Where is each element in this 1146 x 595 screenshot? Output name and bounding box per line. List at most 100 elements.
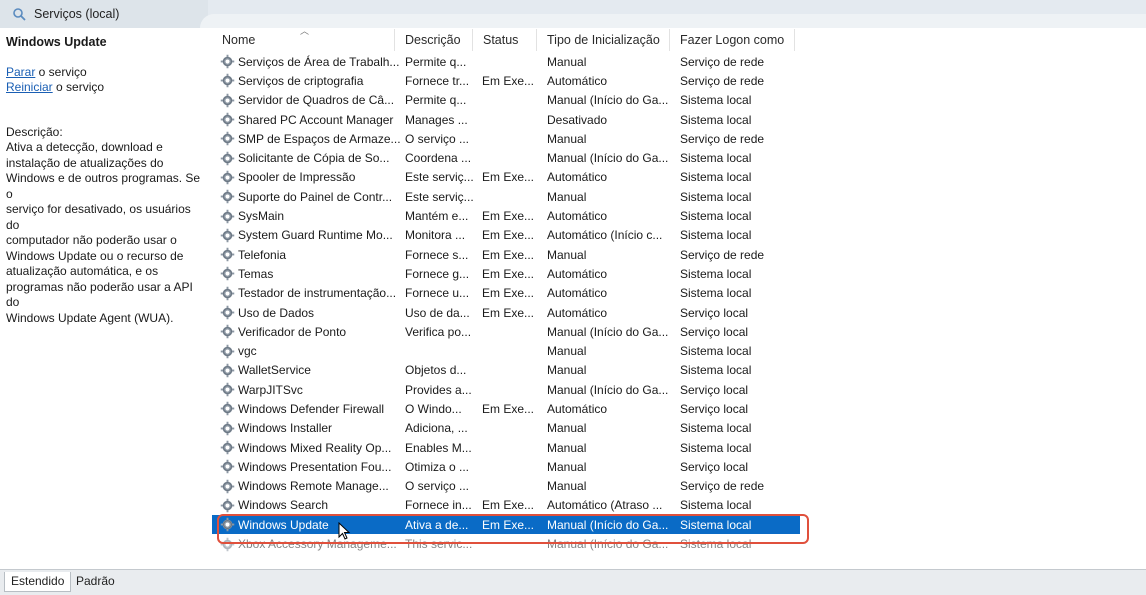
service-gear-icon — [220, 189, 238, 204]
table-row[interactable]: Verificador de Ponto Verifica po... Manual… — [212, 322, 800, 341]
column-header-logon[interactable]: Fazer Logon como — [670, 29, 795, 51]
tab-extended[interactable]: Estendido — [4, 572, 72, 592]
table-row[interactable]: Testador de instrumentação... Fornece u..… — [212, 284, 800, 303]
table-row[interactable]: Suporte do Painel de Contr... Este serviç… — [212, 187, 800, 206]
service-description-cell: Manages ... — [405, 112, 468, 127]
table-row[interactable]: Xbox Accessory Manageme... This servic...… — [212, 534, 800, 553]
service-status-cell: Em Exe... — [482, 170, 535, 185]
table-row[interactable]: SysMain Mantém e... Em Exe... Automático Sis… — [212, 206, 800, 225]
service-startup-cell: Automático — [547, 286, 608, 301]
service-description-cell: Fornece tr... — [405, 73, 470, 88]
service-gear-icon — [220, 517, 238, 532]
column-header-name[interactable]: ︿ Nome — [212, 26, 395, 51]
service-gear-icon — [220, 421, 238, 436]
service-startup-cell: Manual (Início do Ga... — [547, 93, 669, 108]
service-logon-cell: Sistema local — [680, 189, 752, 204]
window-title: Serviços (local) — [34, 7, 120, 21]
service-description-cell: Enables M... — [405, 440, 472, 455]
restart-service-link[interactable]: Reiniciar — [6, 80, 53, 94]
stop-service-link[interactable]: Parar — [6, 65, 35, 79]
service-name-cell: Windows Presentation Fou... — [212, 459, 400, 474]
service-status-cell: Em Exe... — [482, 266, 535, 281]
service-name-cell: Shared PC Account Manager — [212, 112, 400, 127]
service-name-cell: Windows Installer — [212, 421, 400, 436]
column-headers: ︿ Nome Descrição Status Tipo de Iniciali… — [212, 26, 800, 51]
service-description-cell: Permite q... — [405, 54, 467, 69]
service-startup-cell: Manual — [547, 131, 587, 146]
table-row[interactable]: Serviços de criptografia Fornece tr... Em … — [212, 71, 800, 90]
table-row[interactable]: Uso de Dados Uso de da... Em Exe... Automát… — [212, 303, 800, 322]
service-name-text: vgc — [238, 344, 257, 359]
service-status-cell: Em Exe... — [482, 517, 535, 532]
service-logon-cell: Serviço de rede — [680, 479, 765, 494]
table-row[interactable]: SMP de Espaços de Armaze... O serviço ...… — [212, 129, 800, 148]
table-row[interactable]: Shared PC Account Manager Manages ... Desa… — [212, 110, 800, 129]
stop-action: Parar o serviço — [6, 65, 206, 80]
table-row[interactable]: Windows Mixed Reality Op... Enables M... M… — [212, 438, 800, 457]
service-name-text: Spooler de Impressão — [238, 170, 356, 185]
service-name-cell: Solicitante de Cópia de So... — [212, 151, 400, 166]
table-row[interactable]: Windows Presentation Fou... Otimiza o ...… — [212, 457, 800, 476]
column-header-description[interactable]: Descrição — [395, 29, 473, 51]
service-gear-icon — [220, 209, 238, 224]
service-description-cell: Fornece u... — [405, 286, 470, 301]
table-row[interactable]: WalletService Objetos d... Manual Sistema l… — [212, 361, 800, 380]
service-name-text: System Guard Runtime Mo... — [238, 228, 393, 243]
service-startup-cell: Automático — [547, 401, 608, 416]
service-name-text: Shared PC Account Manager — [238, 112, 394, 127]
service-logon-cell: Sistema local — [680, 151, 752, 166]
service-gear-icon — [220, 54, 238, 69]
service-gear-icon — [220, 324, 238, 339]
table-row[interactable]: System Guard Runtime Mo... Monitora ... Em… — [212, 226, 800, 245]
table-row[interactable]: Windows Installer Adiciona, ... Manual Sist… — [212, 419, 800, 438]
service-gear-icon — [220, 247, 238, 262]
service-name-text: SMP de Espaços de Armaze... — [238, 131, 400, 146]
table-row[interactable]: Solicitante de Cópia de So... Coordena ..… — [212, 148, 800, 167]
service-logon-cell: Sistema local — [680, 421, 752, 436]
table-row[interactable]: Windows Update Ativa a de... Em Exe... Manu… — [212, 515, 800, 535]
service-name-cell: Uso de Dados — [212, 305, 400, 320]
table-row[interactable]: vgc Manual Sistema local — [212, 341, 800, 360]
table-row[interactable]: WarpJITSvc Provides a... Manual (Início do… — [212, 380, 800, 399]
service-startup-cell: Manual — [547, 440, 587, 455]
column-header-startup-type[interactable]: Tipo de Inicialização — [537, 29, 670, 51]
service-name-cell: Windows Mixed Reality Op... — [212, 440, 400, 455]
table-row[interactable]: Windows Search Fornece in... Em Exe... Auto… — [212, 496, 800, 515]
table-row[interactable]: Telefonia Fornece s... Em Exe... Manual Serv… — [212, 245, 800, 264]
service-name-cell: Windows Update — [212, 517, 400, 532]
column-header-status[interactable]: Status — [473, 29, 537, 51]
table-row[interactable]: Temas Fornece g... Em Exe... Automático Sist… — [212, 264, 800, 283]
service-name-text: Servidor de Quadros de Câ... — [238, 93, 395, 108]
service-gear-icon — [220, 131, 238, 146]
table-row[interactable]: Servidor de Quadros de Câ... Permite q...… — [212, 91, 800, 110]
service-startup-cell: Automático (Início c... — [547, 228, 663, 243]
service-startup-cell: Manual — [547, 421, 587, 436]
service-description-cell: Monitora ... — [405, 228, 466, 243]
title-area: Serviços (local) — [0, 0, 208, 28]
service-name-cell: WalletService — [212, 363, 400, 378]
service-name-text: Serviços de criptografia — [238, 73, 364, 88]
table-row[interactable]: Serviços de Área de Trabalh... Permite q.… — [212, 52, 800, 71]
service-gear-icon — [220, 73, 238, 88]
selected-service-name: Windows Update — [6, 35, 107, 49]
tab-standard[interactable]: Padrão — [70, 572, 121, 592]
table-row[interactable]: Spooler de Impressão Este serviç... Em Exe… — [212, 168, 800, 187]
service-startup-cell: Automático — [547, 73, 608, 88]
service-logon-cell: Sistema local — [680, 209, 752, 224]
table-row[interactable]: Windows Remote Manage... O serviço ... Man… — [212, 477, 800, 496]
service-rows: Serviços de Área de Trabalh... Permite q.… — [212, 52, 800, 554]
service-description-cell: O serviço ... — [405, 479, 470, 494]
mouse-cursor-icon — [338, 521, 352, 542]
description-line: Windows Update ou o recurso de — [6, 248, 184, 263]
service-description-cell: Verifica po... — [405, 324, 472, 339]
table-row[interactable]: Windows Defender Firewall O Windo... Em Ex… — [212, 399, 800, 418]
service-name-cell: SMP de Espaços de Armaze... — [212, 131, 400, 146]
service-status-cell: Em Exe... — [482, 247, 535, 262]
service-name-cell: Temas — [212, 266, 400, 281]
magnifier-gear-icon — [12, 7, 26, 21]
service-gear-icon — [220, 151, 238, 166]
service-startup-cell: Automático — [547, 266, 608, 281]
service-gear-icon — [220, 459, 238, 474]
service-logon-cell: Sistema local — [680, 228, 752, 243]
service-name-text: Windows Search — [238, 498, 329, 513]
